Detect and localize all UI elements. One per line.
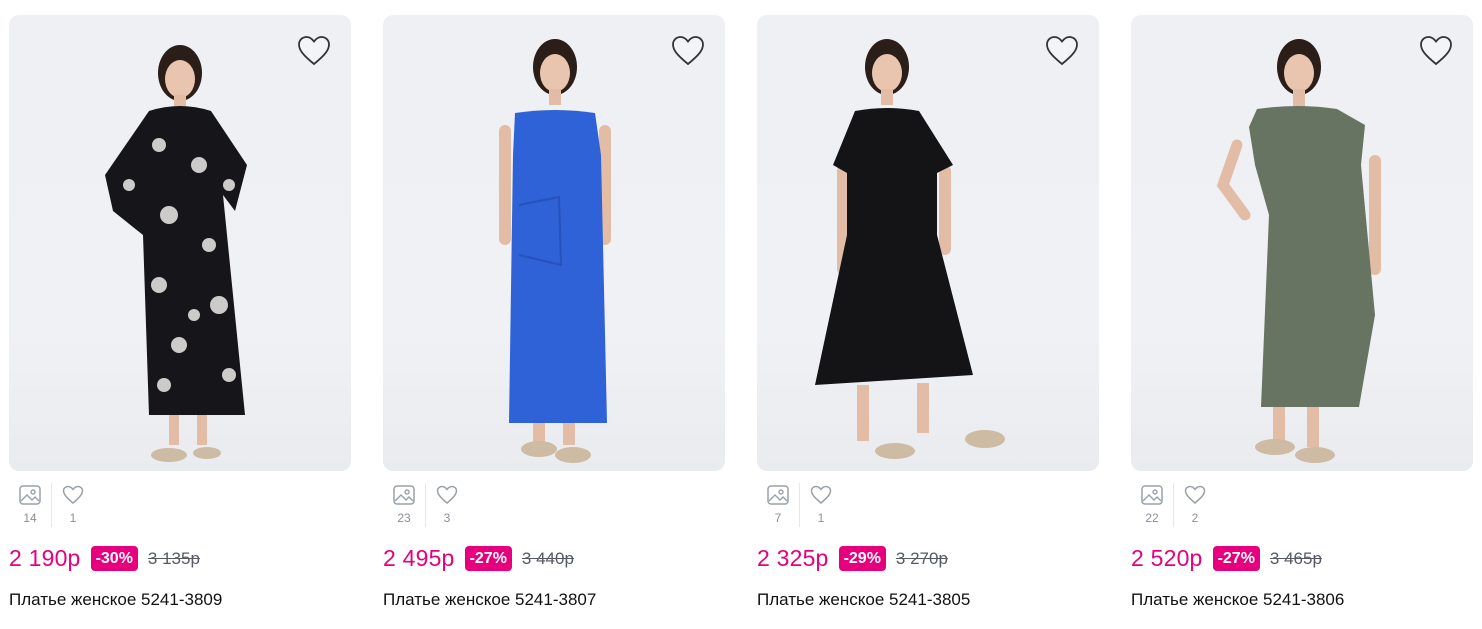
product-title[interactable]: Платье женское 5241-3806 [1131,590,1344,610]
product-stats: 7 1 [757,483,842,527]
current-price: 2 495р [383,545,455,571]
product-photo[interactable] [383,15,725,471]
heart-small-icon [1184,485,1206,504]
likes-count: 3 [443,511,451,525]
old-price: 3 270р [895,548,948,568]
price-row: 2 495р -27% 3 440р [383,545,574,572]
heart-small-icon [436,485,458,504]
product-stats: 14 1 [9,483,94,527]
product-photo[interactable] [1131,15,1473,471]
likes-count-stat[interactable]: 1 [51,483,94,527]
photos-count-stat[interactable]: 14 [9,483,51,527]
favorite-heart-icon[interactable] [671,35,705,67]
likes-count-stat[interactable]: 1 [799,483,842,527]
discount-badge: -27% [464,546,512,571]
discount-badge: -27% [1212,546,1260,571]
likes-count: 1 [817,511,825,525]
product-card[interactable]: 23 3 2 495р -27% 3 440р Платье женское 5… [383,15,725,609]
image-icon [19,485,41,505]
product-photo[interactable] [9,15,351,471]
image-icon [767,485,789,505]
photos-count: 14 [23,511,37,525]
product-photo[interactable] [757,15,1099,471]
product-card[interactable]: 14 1 2 190р -30% 3 135р Платье женское 5… [9,15,351,609]
discount-badge: -30% [90,546,138,571]
favorite-heart-icon[interactable] [1419,35,1453,67]
product-title[interactable]: Платье женское 5241-3805 [757,590,970,610]
likes-count: 2 [1191,511,1199,525]
photos-count-stat[interactable]: 22 [1131,483,1173,527]
image-icon [393,485,415,505]
product-card[interactable]: 22 2 2 520р -27% 3 465р Платье женское 5… [1131,15,1473,609]
product-card[interactable]: 7 1 2 325р -29% 3 270р Платье женское 52… [757,15,1099,609]
favorite-heart-icon[interactable] [1045,35,1079,67]
photos-count: 23 [397,511,411,525]
discount-badge: -29% [838,546,886,571]
model-image [105,45,247,462]
model-image [815,39,1005,459]
old-price: 3 465р [1269,548,1322,568]
heart-small-icon [810,485,832,504]
dress-shape [105,106,247,415]
product-title[interactable]: Платье женское 5241-3809 [9,590,222,610]
product-stats: 22 2 [1131,483,1216,527]
current-price: 2 520р [1131,545,1203,571]
old-price: 3 440р [521,548,574,568]
photos-count: 22 [1145,511,1159,525]
likes-count: 1 [69,511,77,525]
price-row: 2 325р -29% 3 270р [757,545,948,572]
product-title[interactable]: Платье женское 5241-3807 [383,590,596,610]
photos-count: 7 [774,511,782,525]
dress-shape [1249,106,1375,407]
dress-shape [509,110,607,423]
price-row: 2 190р -30% 3 135р [9,545,200,572]
old-price: 3 135р [147,548,200,568]
heart-small-icon [62,485,84,504]
likes-count-stat[interactable]: 2 [1173,483,1216,527]
product-stats: 23 3 [383,483,468,527]
current-price: 2 325р [757,545,829,571]
current-price: 2 190р [9,545,81,571]
photos-count-stat[interactable]: 7 [757,483,799,527]
favorite-heart-icon[interactable] [297,35,331,67]
likes-count-stat[interactable]: 3 [425,483,468,527]
price-row: 2 520р -27% 3 465р [1131,545,1322,572]
image-icon [1141,485,1163,505]
photos-count-stat[interactable]: 23 [383,483,425,527]
model-image [1216,39,1381,463]
model-image [499,39,611,463]
product-grid: 14 1 2 190р -30% 3 135р Платье женское 5… [0,0,1482,629]
